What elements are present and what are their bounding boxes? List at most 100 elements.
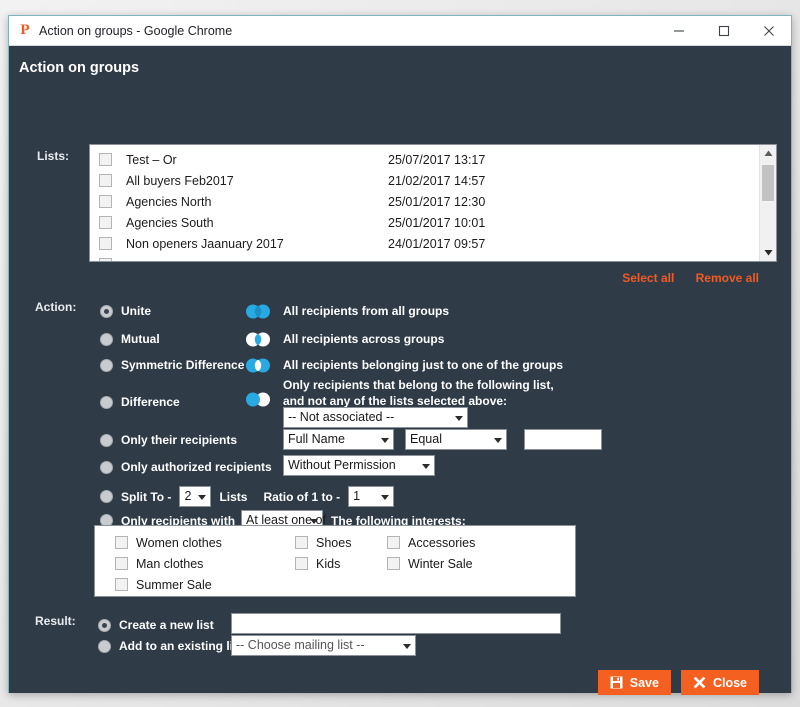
interest-item[interactable]: Winter Sale [387, 557, 527, 571]
list-item[interactable]: Test – Or 25/07/2017 13:17 [90, 149, 759, 170]
venn-symmetric-difference-icon [242, 358, 274, 378]
new-list-name-input[interactable] [231, 613, 561, 634]
radio-difference[interactable] [100, 395, 113, 409]
lists-listbox[interactable]: Test – Or 25/07/2017 13:17 All buyers Fe… [89, 144, 777, 262]
field-select[interactable]: Full Name [283, 429, 394, 450]
list-item-checkbox[interactable] [99, 216, 112, 229]
field-select-wrap: Full Name [283, 429, 394, 450]
footer-buttons: Save Close [588, 670, 759, 695]
difference-list-select[interactable]: -- Not associated -- [283, 407, 468, 428]
browser-window: P Action on groups - Google Chrome Actio… [8, 15, 792, 695]
interests-row: Summer Sale [95, 574, 575, 595]
radio-mutual[interactable] [100, 332, 113, 346]
result-option-create-new[interactable]: Create a new list [98, 618, 214, 632]
favicon-icon: P [20, 22, 30, 38]
lists-rows: Test – Or 25/07/2017 13:17 All buyers Fe… [90, 145, 759, 261]
list-item-name: Agencies North [126, 194, 212, 209]
save-button[interactable]: Save [597, 670, 671, 695]
action-option-unite[interactable]: Unite [100, 304, 151, 318]
remove-all-link[interactable]: Remove all [696, 271, 759, 285]
split-ratio-label: Ratio of 1 to - [263, 489, 341, 504]
close-button[interactable]: Close [680, 670, 759, 695]
operator-select-wrap: Equal [405, 429, 507, 450]
list-item[interactable]: Non openers Jaanuary 2017 24/01/2017 09:… [90, 233, 759, 254]
action-option-label: Difference [121, 395, 180, 409]
split-count-select-wrap: 2 [179, 486, 212, 507]
interest-item[interactable]: Summer Sale [95, 578, 295, 592]
interest-label: Women clothes [136, 535, 222, 550]
action-option-label: Mutual [121, 332, 160, 346]
page-title: Action on groups [19, 60, 140, 76]
list-item-checkbox[interactable] [99, 174, 112, 187]
scrollbar-thumb[interactable] [762, 165, 774, 201]
interest-item[interactable]: Women clothes [95, 536, 295, 550]
interest-item[interactable]: Man clothes [95, 557, 295, 571]
list-item[interactable]: Agencies North 25/01/2017 12:30 [90, 191, 759, 212]
interest-checkbox[interactable] [387, 536, 400, 549]
list-item[interactable] [90, 254, 759, 261]
list-item-date: 24/01/2017 09:57 [388, 236, 486, 251]
scroll-up-icon[interactable] [760, 145, 776, 162]
minimize-icon[interactable] [656, 16, 701, 46]
close-label: Close [712, 675, 747, 690]
title-bar: P Action on groups - Google Chrome [9, 16, 791, 46]
interests-panel: Women clothes Shoes Accessories Man clot… [94, 525, 576, 597]
interest-checkbox[interactable] [115, 557, 128, 570]
radio-split-to[interactable] [100, 490, 113, 503]
list-item-checkbox[interactable] [99, 258, 112, 261]
interest-label: Winter Sale [408, 556, 473, 571]
radio-add-existing-list[interactable] [98, 639, 111, 653]
list-item-date: 25/07/2017 13:17 [388, 152, 486, 167]
window-controls [656, 16, 791, 46]
action-option-label: Only their recipients [121, 433, 238, 447]
radio-unite[interactable] [100, 304, 113, 318]
maximize-icon[interactable] [701, 16, 746, 46]
action-option-split-to[interactable]: Split To - 2 Lists Ratio of 1 to - 1 [100, 486, 395, 507]
list-item-date: 25/01/2017 12:30 [388, 194, 486, 209]
interest-checkbox[interactable] [387, 557, 400, 570]
action-option-only-authorized-recipients[interactable]: Only authorized recipients [100, 460, 272, 474]
venn-intersection-icon [242, 332, 274, 352]
action-option-mutual[interactable]: Mutual [100, 332, 160, 346]
list-item-date: 21/02/2017 14:57 [388, 173, 486, 188]
list-item-checkbox[interactable] [99, 195, 112, 208]
ratio-select[interactable]: 1 [348, 486, 395, 507]
ratio-select-wrap: 1 [348, 486, 395, 507]
radio-create-new-list[interactable] [98, 618, 111, 632]
radio-only-authorized-recipients[interactable] [100, 460, 113, 474]
split-lists-label: Lists [219, 489, 248, 504]
interest-label: Shoes [316, 535, 352, 550]
lists-label: Lists: [37, 149, 70, 163]
existing-list-select[interactable]: -- Choose mailing list -- [231, 635, 416, 656]
interest-checkbox[interactable] [295, 536, 308, 549]
action-option-only-their-recipients[interactable]: Only their recipients [100, 433, 237, 447]
split-count-select[interactable]: 2 [179, 486, 212, 507]
list-item-checkbox[interactable] [99, 153, 112, 166]
permission-select[interactable]: Without Permission [283, 455, 435, 476]
action-description-line2: and not any of the lists selected above: [283, 394, 508, 408]
close-icon[interactable] [746, 16, 791, 46]
radio-only-their-recipients[interactable] [100, 433, 113, 447]
scroll-down-icon[interactable] [760, 244, 776, 261]
operator-select[interactable]: Equal [405, 429, 507, 450]
action-option-symmetric-difference[interactable]: Symmetric Difference [100, 358, 244, 372]
split-to-label: Split To - [121, 489, 172, 504]
interest-checkbox[interactable] [295, 557, 308, 570]
interest-item[interactable]: Accessories [387, 536, 527, 550]
interest-checkbox[interactable] [115, 536, 128, 549]
result-option-add-existing[interactable]: Add to an existing list [98, 639, 244, 653]
radio-symmetric-difference[interactable] [100, 358, 113, 372]
list-item[interactable]: Agencies South 25/01/2017 10:01 [90, 212, 759, 233]
existing-list-select-wrap: -- Choose mailing list -- [231, 635, 416, 656]
interest-checkbox[interactable] [115, 578, 128, 591]
list-item-checkbox[interactable] [99, 237, 112, 250]
lists-scrollbar[interactable] [759, 145, 776, 261]
action-description: All recipients from all groups [283, 304, 450, 318]
interest-item[interactable]: Shoes [295, 536, 387, 550]
select-all-link[interactable]: Select all [622, 271, 674, 285]
value-input[interactable] [524, 429, 602, 450]
interest-label: Man clothes [136, 556, 204, 571]
interest-item[interactable]: Kids [295, 557, 387, 571]
action-option-difference[interactable]: Difference [100, 395, 180, 409]
list-item[interactable]: All buyers Feb2017 21/02/2017 14:57 [90, 170, 759, 191]
